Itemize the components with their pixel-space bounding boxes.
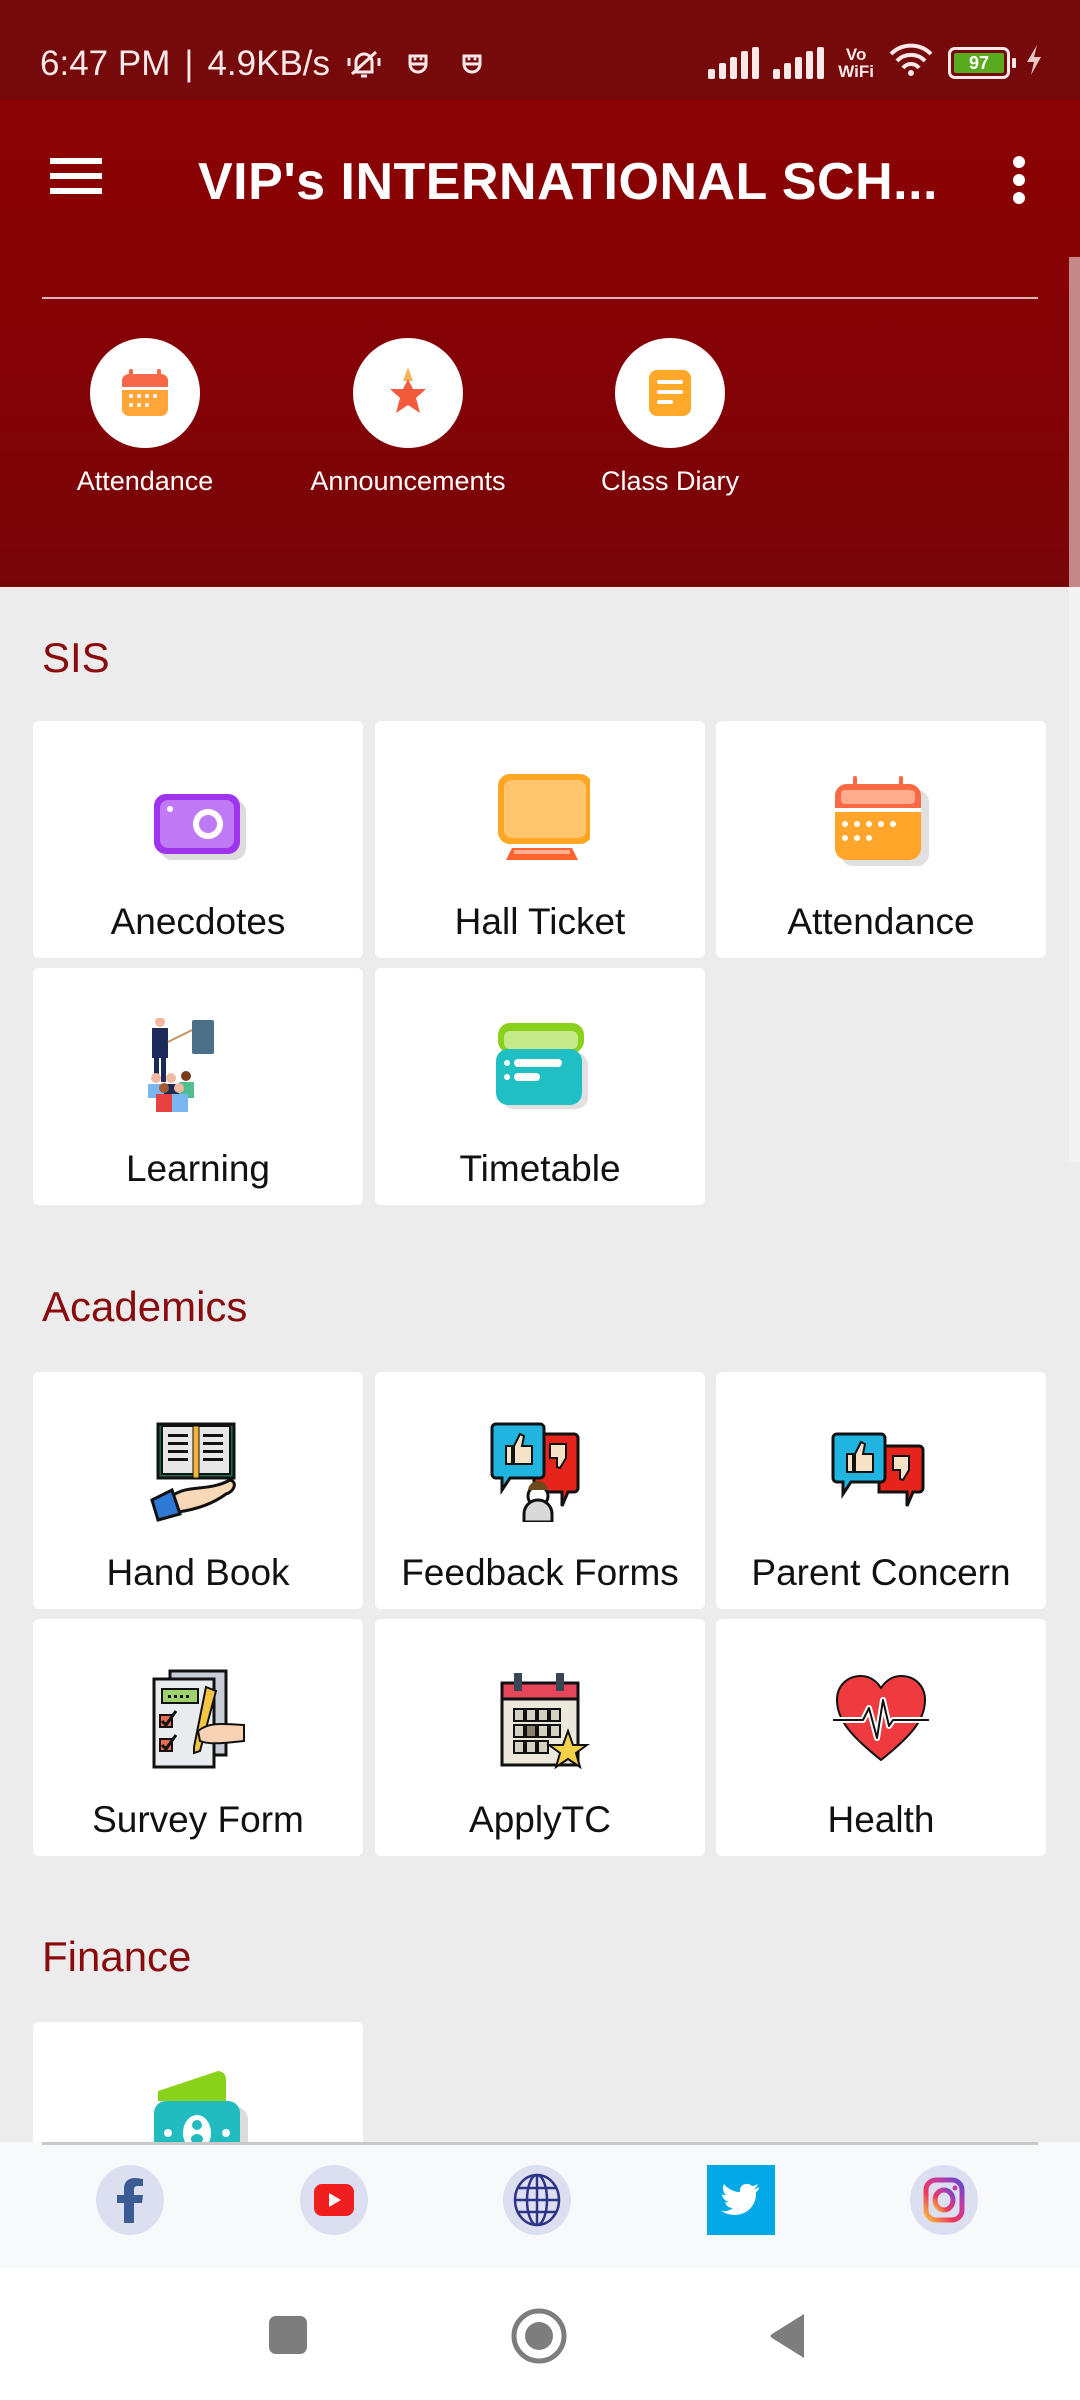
hamburger-icon: [50, 158, 102, 164]
timetable-icon: [496, 1023, 588, 1109]
status-bar: 6:47 PM | 4.9KB/s Vo WiFi 97: [0, 0, 1080, 100]
tile-label: ApplyTC: [469, 1799, 611, 1840]
calendar-icon: [835, 775, 929, 866]
section-title-sis: SIS: [42, 634, 110, 681]
tile-feedback-forms[interactable]: Feedback Forms: [375, 1372, 705, 1609]
tile-parent-concern[interactable]: Parent Concern: [716, 1372, 1046, 1609]
section-title-finance: Finance: [42, 1933, 192, 1980]
tile-learning[interactable]: Learning: [33, 968, 363, 1205]
quick-link-icon-wrap: [353, 338, 463, 448]
quick-link-class-diary[interactable]: Class Diary: [540, 338, 800, 497]
app-title: VIP's INTERNATIONAL SCH...: [198, 153, 938, 211]
quick-link-announcements[interactable]: Announcements: [278, 338, 538, 497]
quick-link-attendance[interactable]: Attendance: [15, 338, 275, 497]
back-button[interactable]: [768, 2312, 808, 2365]
status-left: 6:47 PM | 4.9KB/s: [40, 44, 492, 84]
more-vert-icon: [1013, 156, 1025, 168]
calendar-star-icon: [500, 1673, 590, 1769]
quick-link-icon-wrap: [615, 338, 725, 448]
tile-label: Health: [827, 1799, 935, 1840]
notes-icon: [649, 370, 691, 416]
tile-hand-book[interactable]: Hand Book: [33, 1372, 363, 1609]
tile-health[interactable]: Health: [716, 1619, 1046, 1856]
charging-icon: [1024, 44, 1044, 81]
tile-label: Learning: [125, 1148, 270, 1189]
tile-attendance[interactable]: Attendance: [716, 721, 1046, 958]
quick-link-label: Announcements: [310, 466, 506, 496]
status-right: Vo WiFi 97: [708, 42, 1044, 83]
quick-link-icon-wrap: [90, 338, 200, 448]
status-separator: |: [184, 44, 194, 83]
camera-icon: [154, 794, 246, 860]
bell-off-icon: [344, 44, 384, 84]
instagram-button[interactable]: [910, 2165, 978, 2235]
youtube-icon: [314, 2184, 354, 2216]
tile-label: Attendance: [787, 901, 975, 942]
signal-icon: [773, 46, 825, 79]
monitor-icon: [498, 773, 590, 860]
tile-label: Hand Book: [106, 1552, 290, 1593]
tile-label: Parent Concern: [751, 1552, 1011, 1593]
calendar-icon: [122, 369, 168, 416]
more-options-button[interactable]: [1010, 156, 1028, 204]
star-icon: [390, 367, 426, 413]
social-links-bar: [0, 2142, 1080, 2268]
tile-label: Anecdotes: [110, 901, 286, 942]
tile-label: Feedback Forms: [401, 1552, 679, 1593]
teacher-class-icon: [148, 1018, 214, 1112]
heartbeat-icon: [833, 1674, 929, 1762]
twitter-icon: [721, 2183, 759, 2215]
scrollbar[interactable]: [1069, 257, 1080, 1162]
instagram-icon: [923, 2177, 965, 2223]
youtube-button[interactable]: [300, 2165, 368, 2235]
app-notification-icon: [398, 44, 438, 84]
network-speed: 4.9KB/s: [207, 44, 331, 83]
recents-button[interactable]: [268, 2315, 308, 2360]
vowifi-icon: Vo WiFi: [838, 44, 874, 81]
header-divider: [42, 297, 1038, 299]
wifi-icon: [888, 42, 934, 83]
thumbs-chat-icon: [831, 1432, 925, 1507]
recents-icon: [269, 2316, 307, 2354]
system-navigation-bar: [0, 2268, 1080, 2400]
tile-label: Survey Form: [92, 1799, 304, 1840]
quick-link-label: Class Diary: [600, 466, 740, 496]
facebook-icon: [117, 2178, 143, 2223]
signal-icon: [708, 46, 760, 79]
home-button[interactable]: [511, 2308, 567, 2369]
battery-level: 97: [954, 52, 1004, 73]
feedback-icon: [490, 1422, 580, 1522]
app-notification-icon: [452, 44, 492, 84]
screen: 6:47 PM | 4.9KB/s Vo WiFi 97 VIP's INTER…: [0, 0, 1080, 2400]
hamburger-menu-button[interactable]: [50, 158, 102, 198]
tile-label: Timetable: [459, 1148, 621, 1189]
social-divider: [42, 2142, 1038, 2145]
home-icon: [511, 2308, 567, 2364]
quick-link-label: Attendance: [76, 466, 214, 496]
tile-apply-tc[interactable]: ApplyTC: [375, 1619, 705, 1856]
website-button[interactable]: [503, 2165, 571, 2235]
battery-icon: 97: [948, 46, 1016, 79]
globe-icon: [513, 2173, 561, 2227]
tile-anecdotes[interactable]: Anecdotes: [33, 721, 363, 958]
section-title-academics: Academics: [42, 1283, 248, 1330]
tile-hall-ticket[interactable]: Hall Ticket: [375, 721, 705, 958]
tile-timetable[interactable]: Timetable: [375, 968, 705, 1205]
scrollbar-thumb[interactable]: [1069, 257, 1080, 587]
back-icon: [770, 2314, 804, 2358]
tile-survey-form[interactable]: Survey Form: [33, 1619, 363, 1856]
twitter-button[interactable]: [707, 2165, 775, 2235]
survey-icon: [152, 1669, 245, 1769]
app-header: VIP's INTERNATIONAL SCH... Attendance An…: [0, 100, 1080, 587]
tile-label: Hall Ticket: [454, 901, 626, 942]
clock: 6:47 PM: [40, 44, 171, 83]
handbook-icon: [150, 1422, 236, 1522]
facebook-button[interactable]: [96, 2165, 164, 2235]
